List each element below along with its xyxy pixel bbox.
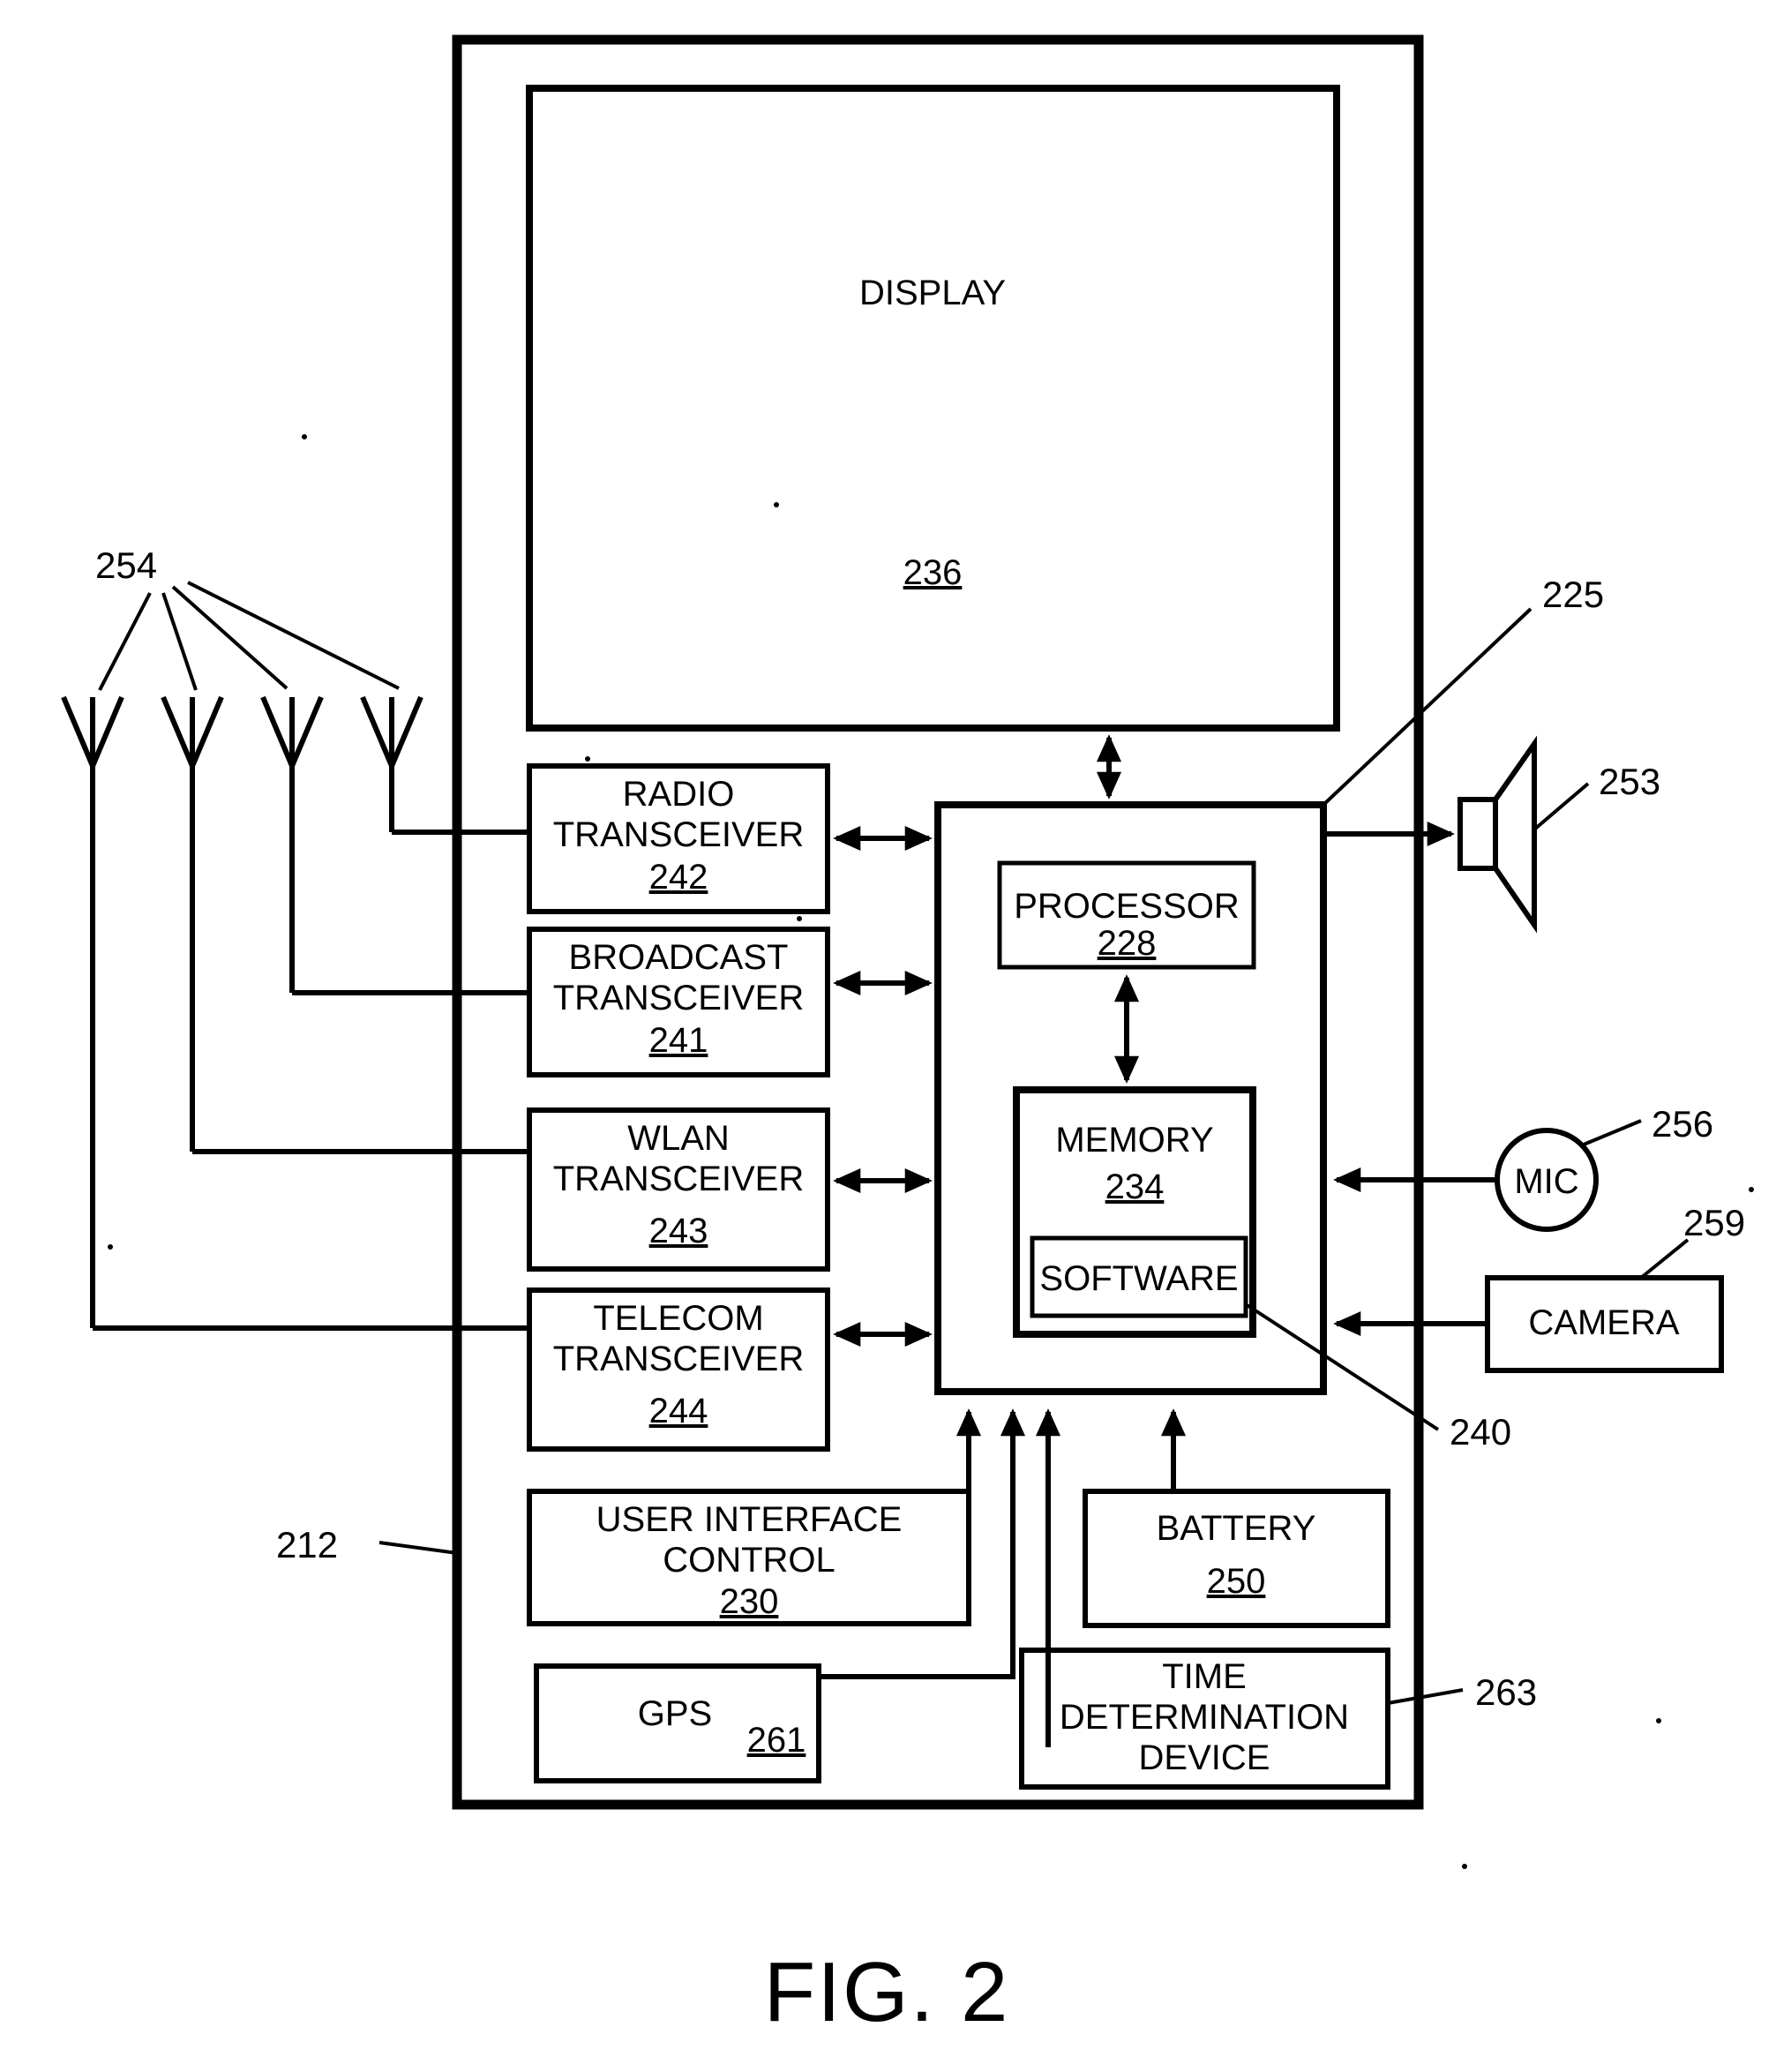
scan-speck: [797, 916, 802, 921]
device-leader: [378, 1541, 458, 1555]
display-block: [526, 85, 1340, 732]
camera-ref-259: 259: [1683, 1202, 1745, 1243]
gps-ref: 261: [747, 1721, 806, 1760]
speaker-leader: [1532, 782, 1590, 831]
device-ref-212: 212: [276, 1524, 338, 1565]
block-diagram-svg: DISPLAY 236 PROCESSOR 228 MEMORY 234 SOF…: [61, 34, 1754, 2039]
time-device-label-line3: DEVICE: [1139, 1738, 1270, 1777]
radio-transceiver-label-line1: RADIO: [623, 775, 735, 814]
scan-speck: [1656, 1718, 1661, 1723]
ui-control-label-line2: CONTROL: [663, 1541, 836, 1580]
mic-ref-256: 256: [1652, 1103, 1713, 1145]
telecom-transceiver-label-line1: TELECOM: [593, 1299, 763, 1338]
figure-caption: FIG. 2: [764, 1945, 1010, 2039]
camera-label: CAMERA: [1528, 1303, 1679, 1342]
telecom-transceiver-label-line2: TRANSCEIVER: [553, 1340, 805, 1378]
antenna-ref-254: 254: [95, 544, 157, 586]
control-unit-leader: [1322, 607, 1532, 807]
time-device-label-line1: TIME: [1162, 1657, 1247, 1696]
antenna-1: [61, 695, 124, 1328]
time-device-label-line2: DETERMINATION: [1060, 1698, 1349, 1737]
broadcast-transceiver-ref: 241: [649, 1021, 708, 1060]
software-ref-240: 240: [1450, 1411, 1511, 1453]
display-ref: 236: [903, 553, 963, 592]
gps-label: GPS: [638, 1694, 712, 1733]
broadcast-transceiver-label-line1: BROADCAST: [569, 938, 789, 977]
antenna-2: [161, 695, 224, 1152]
scan-speck: [774, 502, 779, 507]
radio-transceiver-ref: 242: [649, 858, 708, 897]
battery-label: BATTERY: [1157, 1509, 1316, 1548]
ui-control-ref: 230: [720, 1582, 779, 1621]
antenna-ref-leaders: [98, 581, 400, 691]
antenna-4: [360, 695, 423, 832]
radio-transceiver-label-line2: TRANSCEIVER: [553, 815, 805, 854]
ui-control-label-line1: USER INTERFACE: [596, 1500, 903, 1539]
time-device-ref-263: 263: [1475, 1671, 1537, 1713]
scan-speck: [1749, 1187, 1754, 1192]
wlan-transceiver-label-line1: WLAN: [627, 1119, 730, 1158]
software-label: SOFTWARE: [1039, 1259, 1238, 1298]
scan-speck: [302, 434, 307, 439]
scan-speck: [1462, 1864, 1467, 1869]
time-device-leader: [1387, 1688, 1464, 1705]
memory-ref: 234: [1105, 1167, 1165, 1206]
processor-label: PROCESSOR: [1014, 887, 1240, 926]
processor-ref: 228: [1098, 924, 1157, 963]
control-unit-ref-225: 225: [1542, 574, 1604, 615]
scan-speck: [108, 1244, 113, 1250]
speaker-ref-253: 253: [1599, 761, 1660, 802]
battery-ref: 250: [1207, 1562, 1266, 1601]
mic-leader: [1583, 1119, 1642, 1146]
telecom-transceiver-ref: 244: [649, 1392, 708, 1430]
camera-leader: [1639, 1238, 1690, 1280]
mic-label: MIC: [1514, 1162, 1578, 1201]
patent-figure-2: DISPLAY 236 PROCESSOR 228 MEMORY 234 SOF…: [0, 0, 1791, 2072]
wlan-transceiver-ref: 243: [649, 1212, 708, 1250]
speaker-icon: [1458, 735, 1537, 934]
antenna-3: [260, 695, 324, 993]
display-label: DISPLAY: [859, 274, 1006, 312]
broadcast-transceiver-label-line2: TRANSCEIVER: [553, 979, 805, 1017]
wlan-transceiver-label-line2: TRANSCEIVER: [553, 1160, 805, 1198]
memory-label: MEMORY: [1055, 1121, 1213, 1160]
scan-speck: [585, 756, 590, 762]
